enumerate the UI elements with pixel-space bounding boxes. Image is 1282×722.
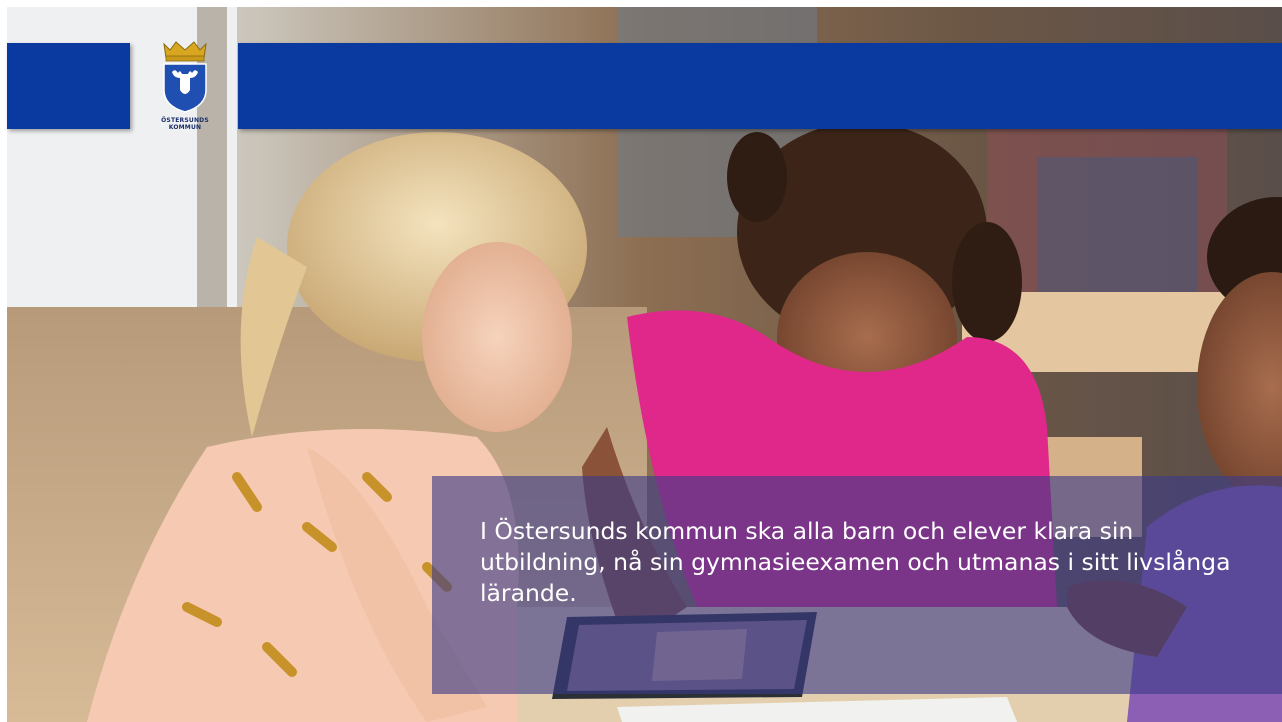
moose-crest-icon: [163, 41, 207, 113]
caption-text: I Östersunds kommun ska alla barn och el…: [480, 517, 1231, 607]
ostersunds-kommun-logo: ÖSTERSUNDS KOMMUN: [150, 40, 220, 140]
presentation-slide: ÖSTERSUNDS KOMMUN I Östersunds kommun sk…: [0, 0, 1282, 722]
logo-text-line2: KOMMUN: [168, 124, 202, 131]
logo-text-line1: ÖSTERSUNDS: [161, 117, 209, 124]
header-bar-right: [238, 43, 1282, 129]
header-bar-left: [7, 43, 130, 129]
caption-overlay: I Östersunds kommun ska alla barn och el…: [432, 476, 1282, 694]
